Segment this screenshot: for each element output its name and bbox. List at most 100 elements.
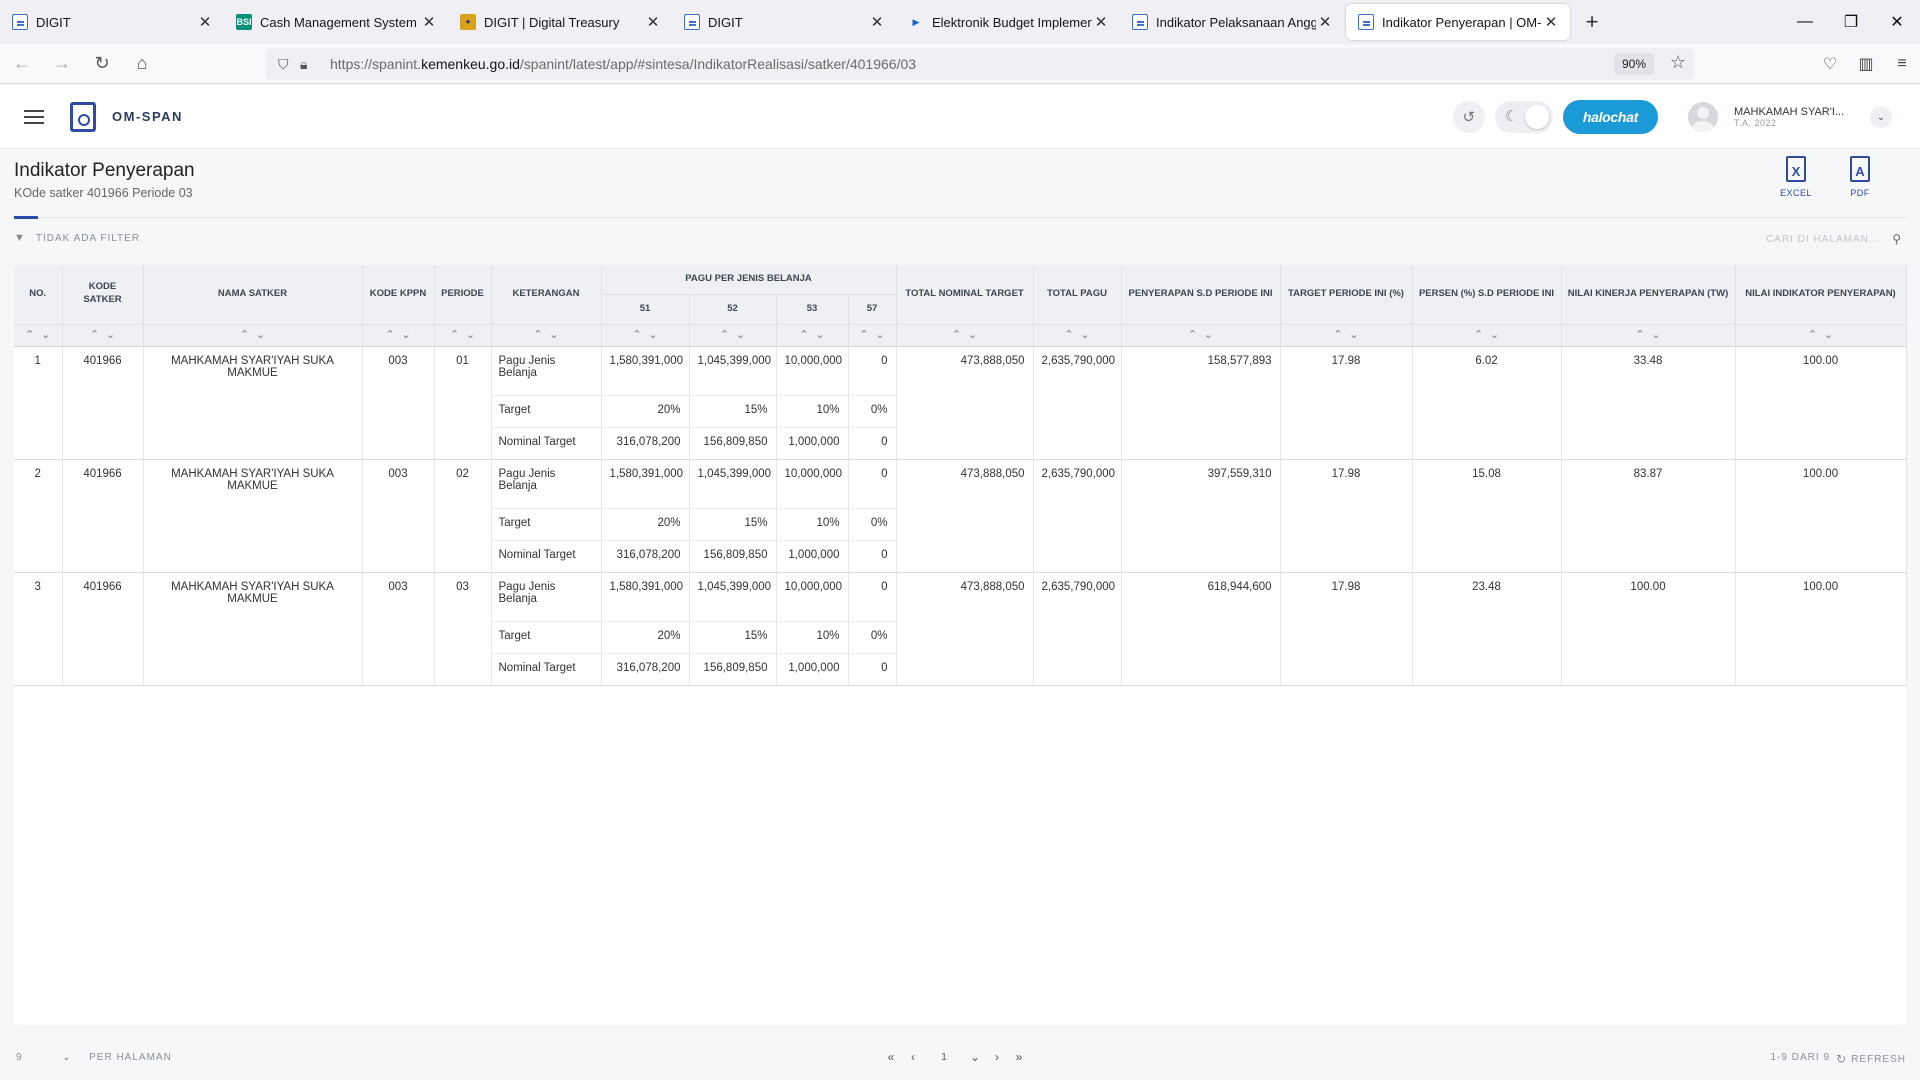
first-page-icon[interactable]: « <box>880 1050 902 1064</box>
next-page-icon[interactable]: › <box>986 1050 1008 1064</box>
refresh-button[interactable]: ↻ REFRESH <box>1836 1052 1906 1066</box>
back-icon[interactable]: ← <box>4 46 40 82</box>
sort-desc-icon[interactable]: ⌄ <box>872 328 888 343</box>
sort-asc-icon[interactable]: ⌃ <box>796 328 812 343</box>
sort-desc-icon[interactable]: ⌄ <box>1487 328 1503 343</box>
sort-asc-icon[interactable]: ⌃ <box>1061 328 1077 343</box>
sort-desc-icon[interactable]: ⌄ <box>1077 328 1093 343</box>
sort-asc-icon[interactable]: ⌃ <box>856 328 872 343</box>
sidebar-icon[interactable]: ▥ <box>1848 44 1884 84</box>
sort-controls: ⌃ ⌄ <box>491 324 602 347</box>
forward-icon[interactable]: → <box>44 46 80 82</box>
sort-desc-icon[interactable]: ⌄ <box>546 328 562 343</box>
sort-asc-icon[interactable]: ⌃ <box>1185 328 1201 343</box>
shield-icon[interactable]: ⛉ <box>278 56 300 73</box>
halochat-button[interactable]: halochat <box>1562 100 1658 134</box>
tab-title: Indikator Penyerapan | OM-SPA <box>1382 14 1542 30</box>
chevron-down-icon[interactable]: ⌄ <box>63 1052 72 1063</box>
browser-tab[interactable]: ▶ Elektronik Budget Implementati ✕ <box>896 0 1120 44</box>
browser-tab[interactable]: DIGIT ✕ <box>672 0 896 44</box>
close-window-icon[interactable]: ✕ <box>1874 0 1920 44</box>
new-tab-button[interactable]: + <box>1572 0 1612 44</box>
close-icon[interactable]: ✕ <box>1542 13 1560 31</box>
search-input[interactable]: CARI DI HALAMAN... <box>1766 234 1880 245</box>
sort-asc-icon[interactable]: ⌃ <box>1471 328 1487 343</box>
cell-keterangan: Nominal Target <box>491 427 602 460</box>
undo-icon[interactable]: ↺ <box>1452 101 1485 133</box>
filter-indicator[interactable]: ▼ TIDAK ADA FILTER <box>14 232 140 244</box>
per-page-select[interactable]: 9 ⌄ PER HALAMAN <box>16 1052 172 1063</box>
close-icon[interactable]: ✕ <box>420 13 438 31</box>
browser-tab[interactable]: DIGIT ✕ <box>0 0 224 44</box>
close-icon[interactable]: ✕ <box>868 13 886 31</box>
sort-desc-icon[interactable]: ⌄ <box>733 328 749 343</box>
sort-asc-icon[interactable]: ⌃ <box>530 328 546 343</box>
lock-icon[interactable]: 🔒︎ <box>300 56 322 73</box>
cell-periode: 01 <box>434 346 492 460</box>
minimize-icon[interactable]: — <box>1782 0 1828 44</box>
sort-desc-icon[interactable]: ⌄ <box>103 328 119 343</box>
sort-asc-icon[interactable]: ⌃ <box>447 328 463 343</box>
sort-desc-icon[interactable]: ⌄ <box>398 328 414 343</box>
sort-desc-icon[interactable]: ⌄ <box>1346 328 1362 343</box>
search-icon[interactable]: ⚲ <box>1892 232 1902 246</box>
hamburger-menu-icon[interactable] <box>24 109 44 124</box>
sort-asc-icon[interactable]: ⌃ <box>87 328 103 343</box>
zoom-badge[interactable]: 90% <box>1613 53 1654 75</box>
cell-51: 316,078,200 <box>601 427 690 460</box>
reload-icon[interactable]: ↻ <box>84 46 120 82</box>
dark-mode-toggle[interactable]: ☾ <box>1494 101 1553 133</box>
sort-asc-icon[interactable]: ⌃ <box>949 328 965 343</box>
close-icon[interactable]: ✕ <box>1316 13 1334 31</box>
filter-icon: ▼ <box>14 232 26 244</box>
excel-export-button[interactable]: X EXCEL <box>1764 156 1828 198</box>
tab-title: Indikator Pelaksanaan Anggaran <box>1156 14 1316 30</box>
sort-asc-icon[interactable]: ⌃ <box>22 328 38 343</box>
sort-desc-icon[interactable]: ⌄ <box>463 328 479 343</box>
col-nilai-kinerja: NILAI KINERJA PENYERAPAN (TW) <box>1561 265 1736 325</box>
sort-asc-icon[interactable]: ⌃ <box>1330 328 1346 343</box>
browser-tab-active[interactable]: Indikator Penyerapan | OM-SPA ✕ <box>1346 4 1570 40</box>
sort-desc-icon[interactable]: ⌄ <box>965 328 981 343</box>
prev-page-icon[interactable]: ‹ <box>902 1050 924 1064</box>
bookmark-star-icon[interactable]: ☆ <box>1670 52 1686 73</box>
cell-keterangan: Pagu Jenis Belanja <box>491 346 602 396</box>
home-icon[interactable]: ⌂ <box>124 46 160 82</box>
chevron-down-icon[interactable]: ⌄ <box>1870 106 1892 128</box>
col-nilai-indikator: NILAI INDIKATOR PENYERAPAN) <box>1735 265 1907 325</box>
user-info[interactable]: MAHKAMAH SYAR'I... T.A. 2022 <box>1734 106 1854 128</box>
sort-asc-icon[interactable]: ⌃ <box>237 328 253 343</box>
sort-desc-icon[interactable]: ⌄ <box>812 328 828 343</box>
sort-asc-icon[interactable]: ⌃ <box>1805 328 1821 343</box>
close-icon[interactable]: ✕ <box>1092 13 1110 31</box>
sort-desc-icon[interactable]: ⌄ <box>1201 328 1217 343</box>
page-search[interactable]: CARI DI HALAMAN... ⚲ <box>1766 232 1902 246</box>
cell-target-periode: 17.98 <box>1280 572 1413 686</box>
last-page-icon[interactable]: » <box>1008 1050 1030 1064</box>
close-icon[interactable]: ✕ <box>644 13 662 31</box>
sort-desc-icon[interactable]: ⌄ <box>645 328 661 343</box>
pdf-export-button[interactable]: A PDF <box>1828 156 1892 198</box>
sort-asc-icon[interactable]: ⌃ <box>629 328 645 343</box>
restore-icon[interactable]: ❐ <box>1828 0 1874 44</box>
sort-desc-icon[interactable]: ⌄ <box>38 328 54 343</box>
pocket-icon[interactable]: ♡ <box>1812 44 1848 84</box>
browser-tab[interactable]: Indikator Pelaksanaan Anggaran ✕ <box>1120 0 1344 44</box>
address-bar[interactable]: ⛉ 🔒︎ https://spanint.kemenkeu.go.id/span… <box>266 48 1694 80</box>
sort-asc-icon[interactable]: ⌃ <box>717 328 733 343</box>
cell-51: 20% <box>601 508 690 541</box>
menu-icon[interactable]: ≡ <box>1884 44 1920 84</box>
excel-icon: X <box>1786 156 1806 182</box>
page-dropdown-icon[interactable]: ⌄ <box>964 1050 986 1064</box>
sort-desc-icon[interactable]: ⌄ <box>1648 328 1664 343</box>
close-icon[interactable]: ✕ <box>196 13 214 31</box>
sort-desc-icon[interactable]: ⌄ <box>1821 328 1837 343</box>
browser-tab[interactable]: ✦ DIGIT | Digital Treasury ✕ <box>448 0 672 44</box>
page-number[interactable]: 1 <box>924 1052 964 1063</box>
browser-tab[interactable]: BSI Cash Management System - Ba ✕ <box>224 0 448 44</box>
avatar[interactable] <box>1688 102 1718 132</box>
sort-desc-icon[interactable]: ⌄ <box>253 328 269 343</box>
sort-asc-icon[interactable]: ⌃ <box>382 328 398 343</box>
tab-title: DIGIT <box>708 14 743 30</box>
sort-asc-icon[interactable]: ⌃ <box>1632 328 1648 343</box>
